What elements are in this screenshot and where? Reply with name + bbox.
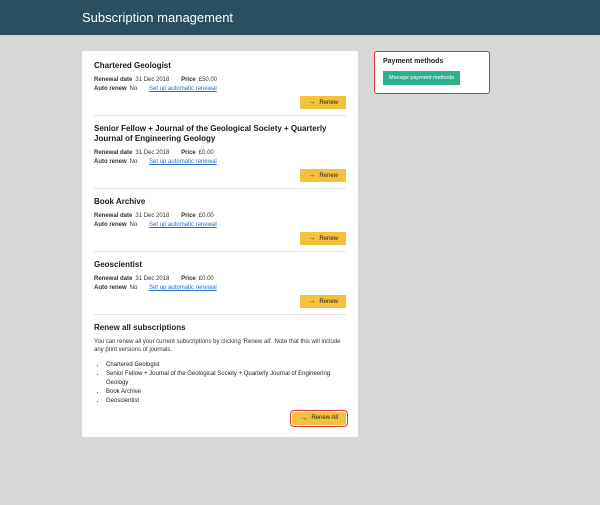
setup-auto-renewal-link[interactable]: Set up automatic renewal [149, 222, 217, 228]
subscription-block: Senior Fellow + Journal of the Geologica… [94, 124, 346, 189]
button-row: → Renew [94, 232, 346, 245]
arrow-right-icon: → [308, 235, 315, 242]
renew-all-button[interactable]: → Renew All [292, 412, 346, 425]
price-value: £0.00 [199, 276, 214, 282]
button-row: → Renew [94, 169, 346, 182]
renew-button[interactable]: → Renew [300, 96, 346, 109]
renewal-date-label: Renewal date [94, 150, 132, 156]
renew-all-button-label: Renew All [311, 415, 338, 421]
arrow-right-icon: → [308, 298, 315, 305]
price-value: £50.00 [199, 77, 217, 83]
renewal-date-value: 31 Dec 2018 [135, 77, 169, 83]
list-item: Chartered Geologist [106, 361, 346, 370]
renew-button[interactable]: → Renew [300, 232, 346, 245]
payment-methods-card: Payment methods Manage payment methods [374, 51, 490, 94]
price-label: Price [181, 276, 196, 282]
content-area: Chartered Geologist Renewal date31 Dec 2… [0, 35, 600, 437]
renew-button[interactable]: → Renew [300, 169, 346, 182]
renewal-date-label: Renewal date [94, 77, 132, 83]
auto-renew-label: Auto renew [94, 285, 127, 291]
page-title: Subscription management [82, 10, 233, 25]
arrow-right-icon: → [308, 99, 315, 106]
renewal-date-value: 31 Dec 2018 [135, 213, 169, 219]
auto-renew-label: Auto renew [94, 159, 127, 165]
renew-button-label: Renew [319, 299, 338, 305]
auto-renew-label: Auto renew [94, 222, 127, 228]
price-label: Price [181, 77, 196, 83]
subscription-block: Chartered Geologist Renewal date31 Dec 2… [94, 61, 346, 116]
renew-button-label: Renew [319, 100, 338, 106]
subscription-auto-row: Auto renewNo Set up automatic renewal [94, 159, 346, 165]
renewal-date-label: Renewal date [94, 213, 132, 219]
renew-button[interactable]: → Renew [300, 295, 346, 308]
button-row: → Renew All [94, 412, 346, 425]
subscription-meta-row: Renewal date31 Dec 2018 Price£50.00 [94, 77, 346, 83]
price-label: Price [181, 150, 196, 156]
setup-auto-renewal-link[interactable]: Set up automatic renewal [149, 159, 217, 165]
renew-all-text: You can renew all your current subscript… [94, 338, 346, 355]
renew-button-label: Renew [319, 173, 338, 179]
renewal-date-value: 31 Dec 2018 [135, 150, 169, 156]
price-label: Price [181, 213, 196, 219]
auto-renew-value: No [130, 285, 138, 291]
renew-button-label: Renew [319, 236, 338, 242]
list-item: Book Archive [106, 388, 346, 397]
list-item: Geoscientist [106, 397, 346, 406]
setup-auto-renewal-link[interactable]: Set up automatic renewal [149, 285, 217, 291]
subscription-meta-row: Renewal date31 Dec 2018 Price£0.00 [94, 276, 346, 282]
setup-auto-renewal-link[interactable]: Set up automatic renewal [149, 86, 217, 92]
arrow-right-icon: → [300, 415, 307, 422]
manage-payment-methods-button[interactable]: Manage payment methods [383, 71, 460, 85]
subscriptions-card: Chartered Geologist Renewal date31 Dec 2… [82, 51, 358, 437]
subscription-title: Senior Fellow + Journal of the Geologica… [94, 124, 346, 144]
price-value: £0.00 [199, 150, 214, 156]
subscription-meta-row: Renewal date31 Dec 2018 Price£0.00 [94, 150, 346, 156]
auto-renew-label: Auto renew [94, 86, 127, 92]
auto-renew-value: No [130, 159, 138, 165]
renew-all-list: Chartered Geologist Senior Fellow + Jour… [94, 361, 346, 406]
list-item: Senior Fellow + Journal of the Geologica… [106, 370, 346, 388]
price-value: £0.00 [199, 213, 214, 219]
subscription-auto-row: Auto renewNo Set up automatic renewal [94, 222, 346, 228]
subscription-title: Chartered Geologist [94, 61, 346, 71]
renewal-date-label: Renewal date [94, 276, 132, 282]
subscription-block: Geoscientist Renewal date31 Dec 2018 Pri… [94, 260, 346, 315]
button-row: → Renew [94, 295, 346, 308]
subscription-block: Book Archive Renewal date31 Dec 2018 Pri… [94, 197, 346, 252]
auto-renew-value: No [130, 86, 138, 92]
page-header: Subscription management [0, 0, 600, 35]
subscription-title: Geoscientist [94, 260, 346, 270]
payment-methods-title: Payment methods [383, 58, 481, 65]
arrow-right-icon: → [308, 172, 315, 179]
subscription-auto-row: Auto renewNo Set up automatic renewal [94, 86, 346, 92]
subscription-meta-row: Renewal date31 Dec 2018 Price£0.00 [94, 213, 346, 219]
renew-all-title: Renew all subscriptions [94, 323, 346, 332]
subscription-auto-row: Auto renewNo Set up automatic renewal [94, 285, 346, 291]
button-row: → Renew [94, 96, 346, 109]
renew-all-section: Renew all subscriptions You can renew al… [94, 323, 346, 425]
auto-renew-value: No [130, 222, 138, 228]
renewal-date-value: 31 Dec 2018 [135, 276, 169, 282]
subscription-title: Book Archive [94, 197, 346, 207]
